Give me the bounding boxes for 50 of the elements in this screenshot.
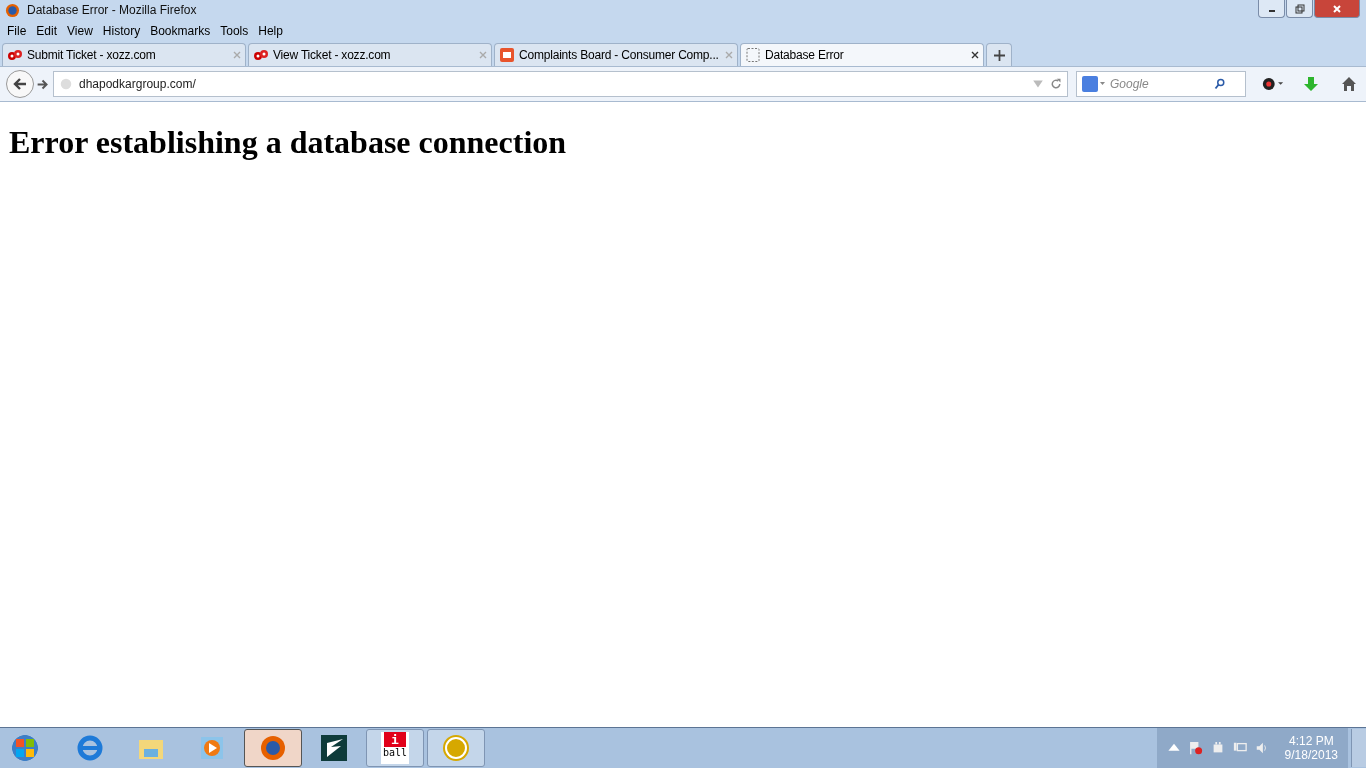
back-button[interactable] bbox=[6, 70, 34, 98]
blank-page-icon bbox=[745, 47, 761, 63]
iball-logo: i ball bbox=[381, 732, 409, 764]
menu-item[interactable]: Edit bbox=[31, 24, 63, 38]
coin-logo-icon bbox=[441, 733, 471, 763]
browser-tab[interactable]: Database Error bbox=[740, 43, 984, 66]
address-field[interactable]: dhapodkargroup.com/ bbox=[53, 71, 1068, 97]
search-bar[interactable]: Google bbox=[1076, 71, 1246, 97]
gears-favicon-icon bbox=[253, 47, 269, 63]
dropdown-arrow-icon[interactable] bbox=[1032, 78, 1044, 90]
minimize-button[interactable] bbox=[1258, 0, 1285, 18]
forward-arrow-icon bbox=[36, 77, 49, 91]
globe-icon bbox=[59, 77, 73, 91]
clock-date: 9/18/2013 bbox=[1284, 748, 1338, 762]
error-heading: Error establishing a database connection bbox=[9, 124, 568, 161]
cb-favicon-icon bbox=[499, 47, 515, 63]
restore-icon bbox=[1294, 3, 1305, 14]
flag-icon[interactable] bbox=[1188, 741, 1203, 755]
menu-item[interactable]: History bbox=[97, 24, 146, 38]
reload-icon[interactable] bbox=[1050, 78, 1062, 90]
minimize-icon bbox=[1267, 10, 1276, 12]
wing-logo-icon bbox=[319, 733, 349, 763]
back-arrow-icon bbox=[12, 76, 28, 92]
menu-item[interactable]: Help bbox=[253, 24, 288, 38]
forward-button[interactable] bbox=[36, 77, 49, 91]
speaker-icon[interactable] bbox=[1254, 741, 1269, 755]
search-icon[interactable] bbox=[1214, 78, 1226, 90]
browser-tab[interactable]: Complaints Board - Consumer Comp... bbox=[494, 43, 738, 66]
gears-favicon-icon bbox=[7, 47, 23, 63]
firefox-icon bbox=[5, 2, 20, 18]
plus-icon bbox=[993, 49, 1005, 61]
new-tab-button[interactable] bbox=[986, 43, 1012, 66]
browser-e-icon bbox=[75, 733, 105, 763]
menu-item[interactable]: View bbox=[62, 24, 98, 38]
menu-item[interactable]: File bbox=[2, 24, 32, 38]
close-button[interactable] bbox=[1314, 0, 1360, 18]
menu-item[interactable]: Tools bbox=[215, 24, 254, 38]
browser-tab[interactable]: Submit Ticket - xozz.com bbox=[2, 43, 246, 66]
close-icon[interactable] bbox=[971, 51, 979, 59]
close-icon bbox=[1332, 3, 1342, 14]
windows-logo-icon bbox=[15, 738, 35, 758]
clock-time: 4:12 PM bbox=[1288, 734, 1334, 748]
show-desktop-button[interactable] bbox=[1351, 729, 1366, 767]
taskbar-button[interactable] bbox=[244, 729, 302, 767]
browser-tab[interactable]: View Ticket - xozz.com bbox=[248, 43, 492, 66]
window-title: Database Error - Mozilla Firefox bbox=[27, 3, 197, 17]
restore-button[interactable] bbox=[1286, 0, 1313, 18]
taskbar-button[interactable]: i ball bbox=[366, 729, 424, 767]
menu-item[interactable]: Bookmarks bbox=[145, 24, 216, 38]
firefox-icon bbox=[258, 733, 288, 763]
